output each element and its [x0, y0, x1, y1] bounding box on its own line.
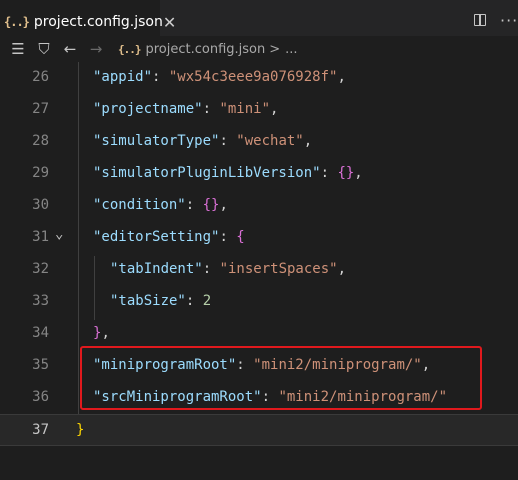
code-line[interactable]: 28 "simulatorType": "wechat",	[0, 126, 518, 158]
code-token: "editorSetting"	[93, 229, 220, 245]
menu-icon[interactable]: ☰	[10, 40, 26, 58]
code-token: ,	[337, 69, 346, 85]
code-token: }	[76, 422, 85, 438]
code-token: ,	[219, 197, 228, 213]
code-token: :	[202, 101, 220, 117]
code-token: :	[219, 229, 237, 245]
breadcrumb-toolbar: ☰ ⛉ ← → {..} project.config.json > ...	[0, 36, 518, 62]
code-editor[interactable]: 26 "appid": "wx54c3eee9a076928f", 27 "proje…	[0, 62, 518, 480]
code-token: :	[185, 293, 203, 309]
code-line[interactable]: 27 "projectname": "mini",	[0, 94, 518, 126]
code-token: ,	[270, 101, 279, 117]
line-number: 33	[32, 293, 49, 309]
code-token: ,	[354, 165, 363, 181]
bookmark-icon[interactable]: ⛉	[36, 40, 52, 58]
json-braces-icon: {..}	[4, 15, 30, 29]
split-editor-icon[interactable]	[474, 14, 486, 26]
line-number: 26	[32, 69, 49, 85]
code-text: },	[93, 325, 110, 341]
back-arrow-icon[interactable]: ←	[62, 40, 78, 58]
line-number: 27	[32, 101, 49, 117]
code-text: "projectname": "mini",	[93, 101, 278, 117]
line-number: 30	[32, 197, 49, 213]
code-line[interactable]: 29 "simulatorPluginLibVersion": {},	[0, 158, 518, 190]
code-token: ,	[101, 325, 110, 341]
code-line[interactable]: 32 "tabIndent": "insertSpaces",	[0, 254, 518, 286]
code-token: 2	[202, 293, 212, 309]
code-text: "appid": "wx54c3eee9a076928f",	[93, 69, 346, 85]
code-token: "simulatorType"	[93, 133, 220, 149]
code-text: "condition": {},	[93, 197, 228, 213]
code-line[interactable]: 33 "tabSize": 2	[0, 286, 518, 318]
code-token: "insertSpaces"	[219, 261, 338, 277]
code-token: {	[236, 229, 245, 245]
code-text: "tabSize": 2	[110, 293, 211, 309]
breadcrumb-more[interactable]: ...	[285, 42, 297, 57]
line-number: 28	[32, 133, 49, 149]
code-line[interactable]: 30 "condition": {},	[0, 190, 518, 222]
line-number: 36	[32, 389, 49, 405]
code-line[interactable]: 37}	[0, 414, 518, 446]
line-number: 34	[32, 325, 49, 341]
code-token: "wx54c3eee9a076928f"	[168, 69, 338, 85]
code-token: ,	[303, 133, 313, 149]
code-token: "wechat"	[236, 133, 304, 149]
code-token: :	[320, 165, 338, 181]
breadcrumb-separator: >	[269, 41, 281, 57]
code-text: "simulatorPluginLibVersion": {},	[93, 165, 363, 181]
code-token: {}	[202, 197, 220, 213]
fold-chevron-icon[interactable]: ⌄	[55, 226, 63, 242]
code-text: "simulatorType": "wechat",	[93, 133, 312, 149]
code-token: "tabSize"	[110, 293, 186, 309]
breadcrumb-file[interactable]: project.config.json	[146, 42, 266, 57]
code-token: "mini"	[219, 101, 271, 117]
code-token: ,	[337, 261, 347, 277]
line-number: 31	[32, 229, 49, 245]
code-token: "appid"	[93, 69, 153, 85]
code-token: "tabIndent"	[110, 261, 203, 277]
tab-label: project.config.json	[33, 14, 163, 30]
close-icon[interactable]: ✕	[163, 13, 176, 32]
code-token: :	[202, 261, 220, 277]
code-token: :	[152, 69, 169, 85]
line-number: 37	[32, 422, 49, 438]
code-token: "simulatorPluginLibVersion"	[93, 165, 321, 181]
code-token: :	[219, 133, 237, 149]
forward-arrow-icon[interactable]: →	[88, 40, 104, 58]
json-braces-icon: {..}	[118, 42, 141, 56]
code-token: "projectname"	[93, 101, 203, 117]
code-line[interactable]: 31 ⌄ "editorSetting": {	[0, 222, 518, 254]
code-token: "condition"	[93, 197, 186, 213]
highlight-annotation-box	[80, 346, 482, 410]
code-text: "editorSetting": {	[93, 229, 245, 245]
code-text: "tabIndent": "insertSpaces",	[110, 261, 346, 277]
line-number: 32	[32, 261, 49, 277]
line-number: 35	[32, 357, 49, 373]
line-number: 29	[32, 165, 49, 181]
code-token: {}	[337, 165, 355, 181]
code-text: }	[76, 422, 84, 438]
code-line[interactable]: 26 "appid": "wx54c3eee9a076928f",	[0, 62, 518, 94]
more-actions-icon[interactable]: ···	[500, 11, 518, 30]
code-token: :	[185, 197, 203, 213]
